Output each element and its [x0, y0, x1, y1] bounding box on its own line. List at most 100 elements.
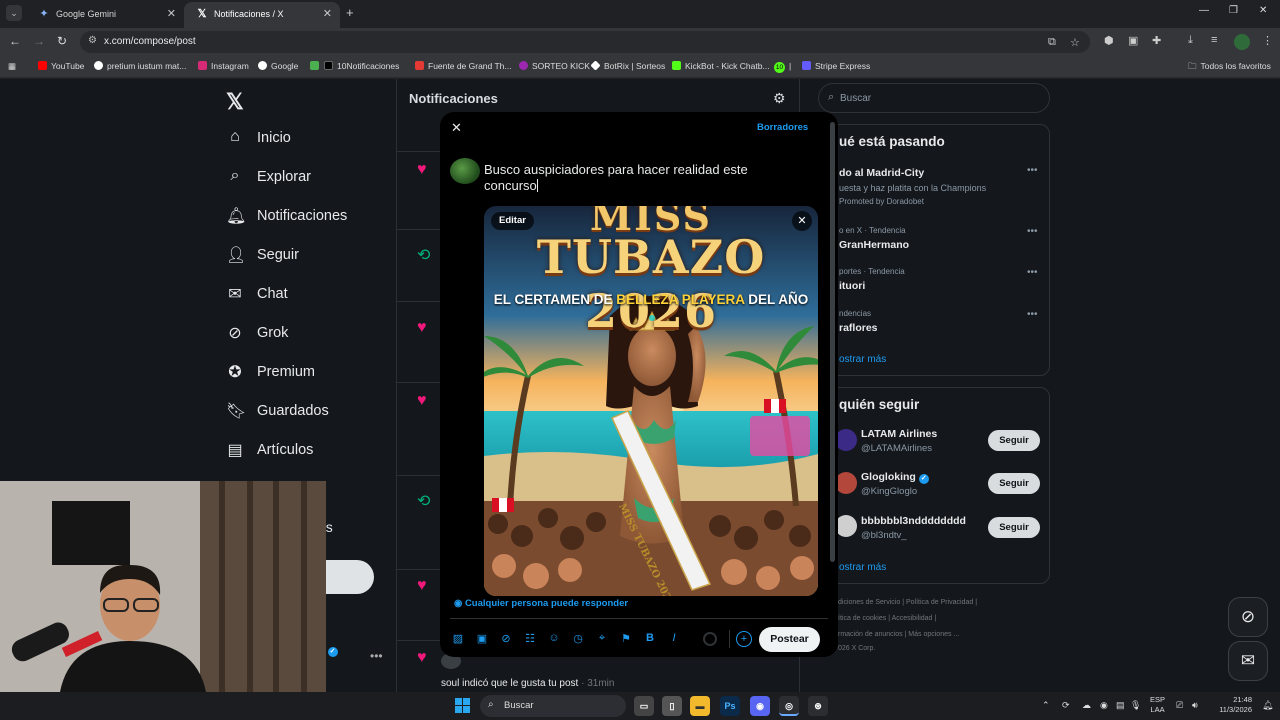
address-bar[interactable]: ⚙ x.com/compose/post ⧉ ☆	[80, 31, 1090, 53]
trend-name[interactable]: GranHermano	[839, 239, 909, 251]
site-info-icon[interactable]: ⚙	[88, 35, 97, 46]
bookmark-10notificaciones[interactable]: 10Notificaciones	[324, 61, 399, 71]
bold-icon[interactable]: B	[643, 632, 657, 644]
trend-name[interactable]: raflores	[839, 322, 878, 334]
menu-icon[interactable]: ⋮	[1262, 34, 1273, 47]
app-icon[interactable]: ▯	[662, 696, 682, 716]
close-tab-icon[interactable]: ✕	[323, 2, 332, 26]
x-logo-icon[interactable]: 𝕏	[226, 89, 244, 115]
follow-button[interactable]: Seguir	[988, 473, 1040, 494]
show-hidden-icons[interactable]: ⌃	[1042, 700, 1050, 711]
tray-app-icon[interactable]: ▤	[1116, 700, 1125, 711]
account-more-icon[interactable]: •••	[370, 649, 383, 663]
bookmark-grand-theft[interactable]: Fuente de Grand Th...	[415, 61, 511, 71]
notifications-icon[interactable]: 🔔︎	[1262, 700, 1273, 711]
new-tab-button[interactable]: +	[346, 5, 354, 20]
messages-fab-icon[interactable]: ✉	[1228, 641, 1268, 681]
task-view-icon[interactable]: ▭	[634, 696, 654, 716]
show-more-link[interactable]: ostrar más	[839, 562, 886, 573]
bookmark-star-icon[interactable]: ☆	[1070, 36, 1080, 49]
avatar[interactable]	[450, 158, 480, 184]
scrollbar[interactable]	[830, 122, 835, 562]
show-more-link[interactable]: ostrar más	[839, 354, 886, 365]
bookmark-stripe[interactable]: Stripe Express	[802, 61, 870, 71]
search-input[interactable]: ⌕ Buscar	[818, 83, 1050, 113]
more-icon[interactable]: •••	[1027, 309, 1038, 320]
bookmark-pretium[interactable]: pretium iustum mat...	[94, 61, 186, 71]
forward-icon[interactable]: →	[33, 34, 45, 48]
chrome-icon[interactable]: ◎	[779, 696, 799, 716]
more-icon[interactable]: •••	[1027, 267, 1038, 278]
clock[interactable]: 21:48 11/3/2026	[1212, 695, 1252, 715]
minimize-icon[interactable]: —	[1199, 5, 1209, 16]
flag-icon[interactable]: ⚑	[619, 632, 633, 645]
tray-app-icon[interactable]: ◉	[1100, 700, 1108, 711]
more-icon[interactable]: •••	[1027, 165, 1038, 176]
bookmark-kickbot[interactable]: KickBot - Kick Chatb...	[672, 61, 770, 71]
footer-links[interactable]: rmación de anuncios | Más opciones ...	[838, 631, 959, 638]
follow-button[interactable]: Seguir	[988, 430, 1040, 451]
trend-name[interactable]: ituori	[839, 280, 865, 292]
tray-app-icon[interactable]: ☁	[1082, 700, 1091, 711]
notification-text[interactable]: soul indicó que le gusta tu post · 31min	[441, 678, 614, 689]
reply-setting-button[interactable]: ◉ Cualquier persona puede responder	[454, 598, 628, 609]
taskbar-search[interactable]: ⌕ Buscar	[480, 695, 626, 717]
footer-links[interactable]: diciones de Servicio | Política de Priva…	[838, 599, 977, 606]
bookmark-10[interactable]: 10	[774, 61, 785, 73]
network-icon[interactable]: ⎚	[1176, 700, 1183, 711]
follow-suggestion-name[interactable]: bbbbbbl3ndddddddd	[861, 515, 966, 527]
volume-icon[interactable]: 🔊︎	[1192, 700, 1198, 711]
gif-icon[interactable]: ▣	[475, 632, 489, 645]
schedule-icon[interactable]: ◷	[571, 632, 585, 645]
close-icon[interactable]: ✕	[451, 120, 462, 136]
maximize-icon[interactable]: ❐	[1229, 5, 1238, 16]
tab-search-button[interactable]: ⌄	[6, 5, 22, 21]
follow-button[interactable]: Seguir	[988, 517, 1040, 538]
tab-notificaciones-x[interactable]: 𝕏 Notificaciones / X ✕	[184, 2, 340, 28]
bookmark-extension[interactable]	[310, 61, 323, 71]
all-bookmarks[interactable]: 🗀 Todos los favoritos	[1188, 61, 1271, 75]
more-icon[interactable]: •••	[1027, 226, 1038, 237]
profile-avatar[interactable]	[1234, 34, 1250, 50]
bookmark-sorteo-kick[interactable]: SORTEO KICK	[519, 61, 590, 71]
image-icon[interactable]: ▨	[451, 632, 465, 645]
back-icon[interactable]: ←	[9, 34, 21, 48]
footer-links[interactable]: ítica de cookies | Accesibilidad |	[838, 615, 936, 622]
reload-icon[interactable]: ↻	[57, 34, 67, 48]
bookmark-youtube[interactable]: YouTube	[38, 61, 84, 71]
attached-image[interactable]: MISS TUBAZO 2026 EL CERTAMEN DE BELLEZA …	[484, 206, 818, 596]
app-icon[interactable]: ⊛	[808, 696, 828, 716]
microphone-icon[interactable]: 🎙︎	[1130, 700, 1141, 711]
close-tab-icon[interactable]: ✕	[167, 2, 176, 26]
trend-name[interactable]: do al Madrid-City	[839, 167, 924, 179]
grok-fab-icon[interactable]: ⊘	[1228, 597, 1268, 637]
close-window-icon[interactable]: ✕	[1259, 5, 1267, 16]
language-indicator[interactable]: ESP LAA	[1150, 695, 1165, 715]
avatar[interactable]	[835, 429, 857, 451]
emoji-icon[interactable]: ☺	[547, 632, 561, 644]
media-controls-icon[interactable]: ≡	[1211, 34, 1217, 46]
bookmark-google[interactable]: Google	[258, 61, 298, 71]
install-app-icon[interactable]: ⧉	[1048, 36, 1056, 49]
extension-icon[interactable]: ⬢	[1104, 34, 1114, 47]
start-button[interactable]	[455, 698, 470, 713]
extension-icon[interactable]: ▣	[1128, 34, 1138, 47]
extensions-puzzle-icon[interactable]: ✚	[1152, 34, 1161, 47]
post-text-input[interactable]: Busco auspiciadores para hacer realidad …	[484, 162, 784, 194]
apps-grid-icon[interactable]: ▦	[8, 61, 16, 72]
poll-icon[interactable]: ☷	[523, 632, 537, 645]
settings-gear-icon[interactable]: ⚙	[773, 90, 786, 107]
follow-suggestion-name[interactable]: LATAM Airlines	[861, 428, 937, 440]
drafts-button[interactable]: Borradores	[757, 122, 808, 133]
italic-icon[interactable]: I	[667, 632, 681, 644]
edit-image-button[interactable]: Editar	[491, 212, 534, 230]
photoshop-icon[interactable]: Ps	[720, 696, 740, 716]
avatar[interactable]	[835, 472, 857, 494]
discord-icon[interactable]: ◉	[750, 696, 770, 716]
bookmark-botrix[interactable]: BotRix | Sorteos	[590, 60, 665, 71]
file-explorer-icon[interactable]: ▬	[690, 696, 710, 716]
location-icon[interactable]: ⌖	[595, 632, 609, 645]
download-icon[interactable]: ⤓	[1188, 34, 1193, 47]
remove-image-icon[interactable]: ✕	[792, 211, 812, 231]
bookmark-instagram[interactable]: Instagram	[198, 61, 249, 71]
